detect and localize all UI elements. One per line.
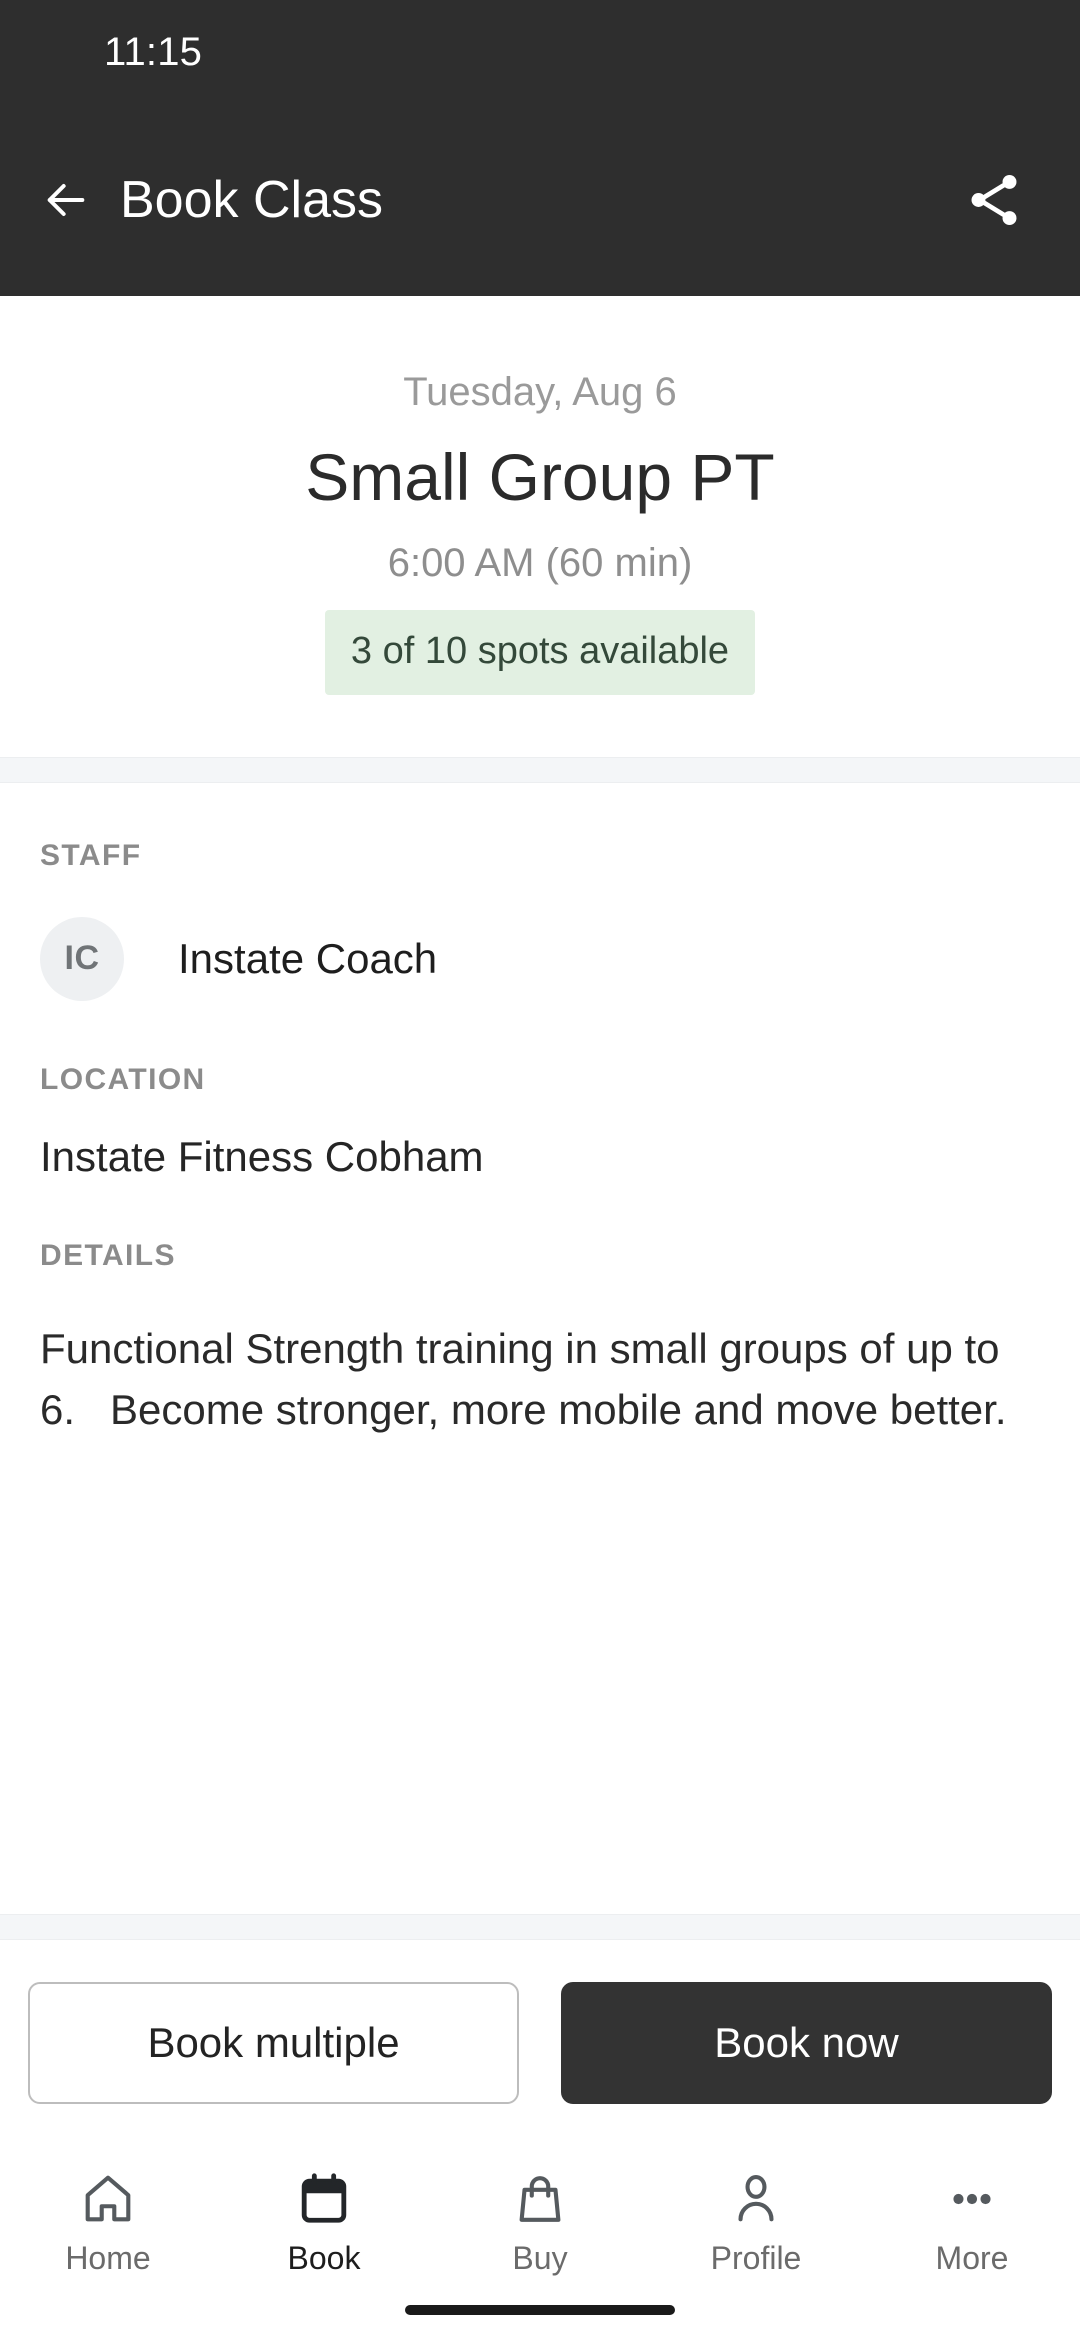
nav-label-home: Home (65, 2240, 151, 2276)
home-icon (79, 2166, 137, 2232)
class-details-panel: STAFF IC Instate Coach LOCATION Instate … (0, 782, 1080, 1914)
action-bar: Book multiple Book now (0, 1940, 1080, 2140)
nav-label-profile: Profile (710, 2240, 802, 2276)
person-icon (727, 2166, 785, 2232)
class-summary: Tuesday, Aug 6 Small Group PT 6:00 AM (6… (0, 296, 1080, 757)
nav-item-home[interactable]: Home (0, 2152, 216, 2280)
bag-icon (511, 2166, 569, 2232)
nav-item-book[interactable]: Book (216, 2152, 432, 2280)
calendar-icon (295, 2166, 353, 2232)
details-section-label: DETAILS (40, 1238, 176, 1272)
share-icon (971, 174, 1017, 226)
details-value: Functional Strength training in small gr… (40, 1324, 1012, 1433)
gesture-area (0, 2280, 1080, 2340)
book-class-screen: 11:15 Book Class Tuesday, Aug 6 Small Gr… (0, 0, 1080, 2340)
section-divider-top (0, 756, 1080, 783)
nav-label-book: Book (287, 2240, 361, 2276)
more-dots-icon (943, 2166, 1001, 2232)
book-now-button[interactable]: Book now (561, 1982, 1052, 2104)
nav-label-buy: Buy (512, 2240, 568, 2276)
class-date: Tuesday, Aug 6 (403, 370, 677, 414)
location-value: Instate Fitness Cobham (40, 1132, 484, 1180)
staff-section-label: STAFF (40, 838, 142, 872)
class-time-duration: 6:00 AM (60 min) (387, 540, 693, 585)
nav-item-buy[interactable]: Buy (432, 2152, 648, 2280)
app-bar: Book Class (0, 104, 1080, 296)
staff-name: Instate Coach (178, 934, 438, 982)
share-button[interactable] (954, 160, 1034, 240)
page-title: Book Class (120, 171, 383, 229)
bottom-navigation: Home Book Buy Profile More (0, 2140, 1080, 2280)
spots-available-badge: 3 of 10 spots available (324, 609, 756, 695)
book-multiple-button[interactable]: Book multiple (28, 1982, 519, 2104)
section-divider-bottom (0, 1914, 1080, 1940)
class-name: Small Group PT (305, 440, 775, 514)
staff-row[interactable]: IC Instate Coach (40, 916, 1040, 1001)
avatar: IC (40, 916, 124, 1001)
arrow-left-icon (47, 184, 85, 216)
nav-item-profile[interactable]: Profile (648, 2152, 864, 2280)
back-button[interactable] (30, 164, 102, 236)
status-bar-clock: 11:15 (104, 29, 203, 74)
nav-item-more[interactable]: More (864, 2152, 1080, 2280)
nav-label-more: More (935, 2240, 1009, 2276)
home-indicator[interactable] (405, 2305, 675, 2315)
location-section-label: LOCATION (40, 1062, 206, 1096)
status-bar: 11:15 (0, 0, 1080, 104)
